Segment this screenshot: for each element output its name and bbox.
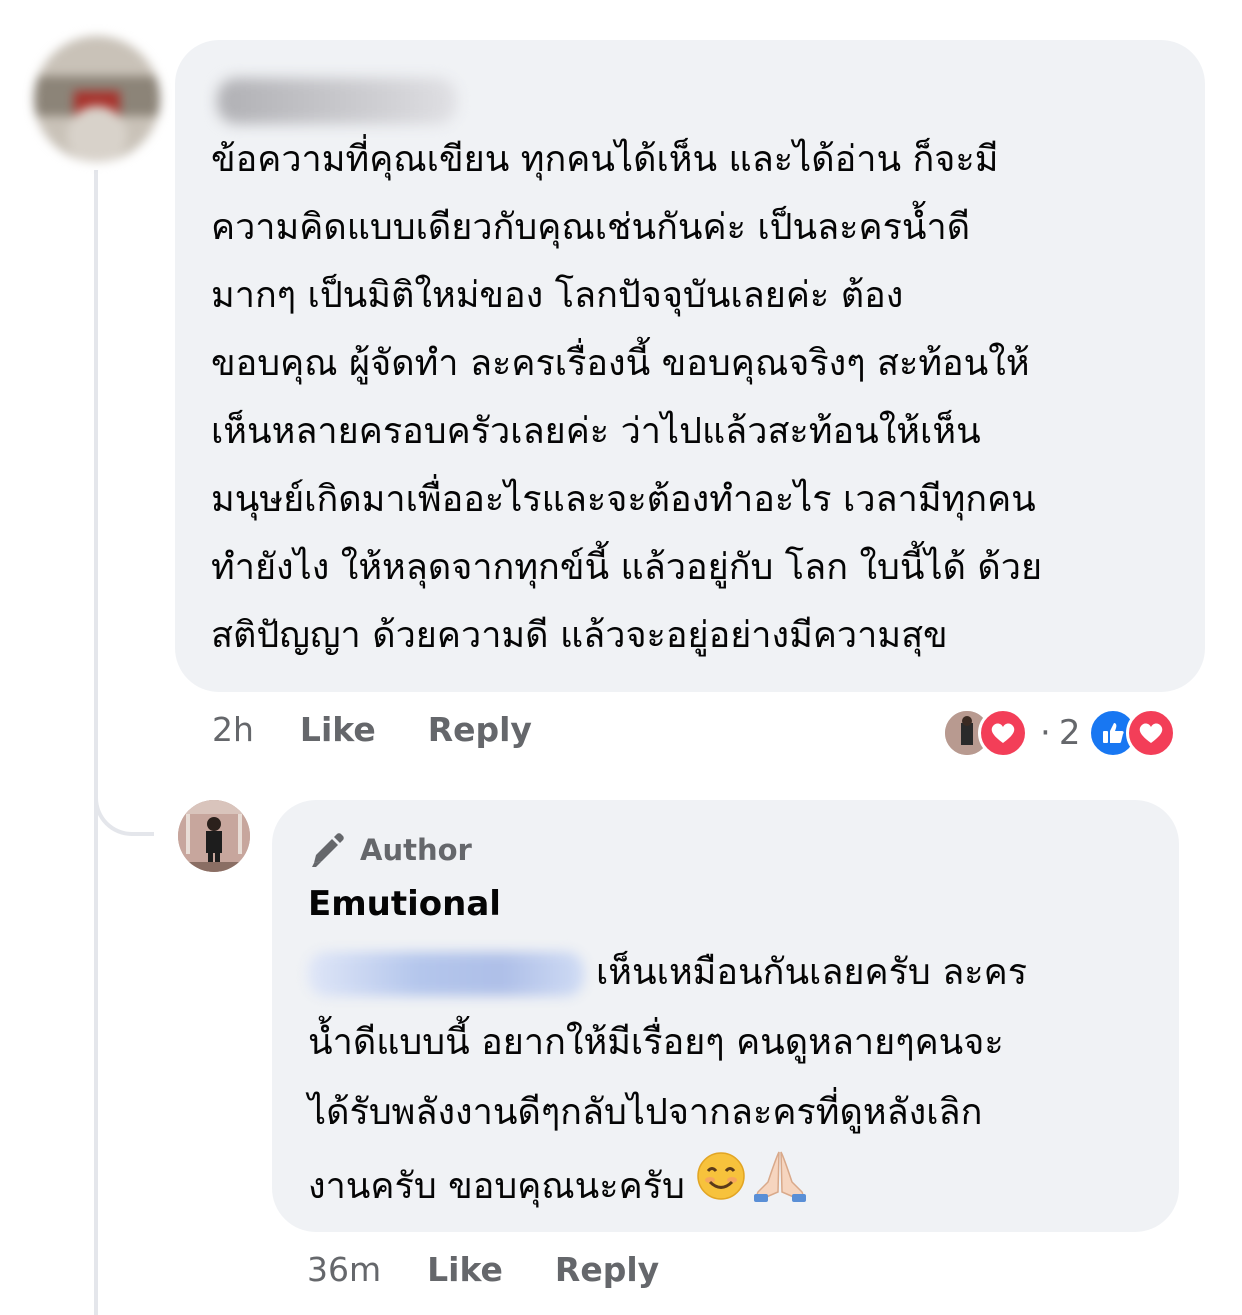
reply-text: เห็นเหมือนกันเลยครับ ละคร น้ำดีแบบนี้ อย…: [308, 938, 1143, 1228]
comment-like-button[interactable]: Like: [300, 710, 376, 749]
commenter-avatar[interactable]: [34, 36, 160, 162]
comment-reply-button[interactable]: Reply: [428, 710, 532, 749]
smiling-face-emoji: [696, 1151, 746, 1225]
reply-line-1: เห็นเหมือนกันเลยครับ ละคร: [596, 952, 1028, 993]
reply-reply-button[interactable]: Reply: [555, 1250, 659, 1289]
thread-connector: [94, 760, 154, 836]
comment-timestamp[interactable]: 2h: [212, 710, 254, 749]
reply-line-3: ได้รับพลังงานดีๆกลับไปจากละครที่ดูหลังเล…: [308, 1092, 983, 1133]
reactions-summary[interactable]: · 2: [942, 708, 1177, 758]
commenter-name-redacted[interactable]: [217, 78, 457, 124]
reply-actions: 36m Like Reply: [307, 1250, 711, 1289]
reply-timestamp[interactable]: 36m: [307, 1250, 381, 1289]
author-name[interactable]: Emutional: [308, 882, 1143, 926]
folded-hands-emoji: [750, 1148, 810, 1228]
reply-line-4: งานครับ ขอบคุณนะครับ: [308, 1166, 697, 1207]
author-avatar[interactable]: [178, 800, 250, 872]
author-badge-label: Author: [360, 833, 472, 867]
reaction-separator: ·: [1040, 713, 1051, 753]
comment-text: ข้อความที่คุณเขียน ทุกคนได้เห็น และได้อ่…: [211, 139, 1043, 656]
love-reaction-icon: [978, 708, 1028, 758]
pen-icon: [312, 833, 344, 867]
reply-bubble: Author Emutional เห็นเหมือนกันเลยครับ ละ…: [272, 800, 1179, 1232]
love-reaction-icon: [1126, 708, 1177, 758]
author-badge: Author: [308, 830, 1143, 870]
reply-line-2: น้ำดีแบบนี้ อยากให้มีเรื่อยๆ คนดูหลายๆคน…: [308, 1022, 1004, 1063]
comment-bubble: ข้อความที่คุณเขียน ทุกคนได้เห็น และได้อ่…: [175, 40, 1205, 692]
reaction-count: 2: [1058, 713, 1081, 753]
mention-tag-redacted[interactable]: [308, 952, 584, 996]
thread-line: [94, 170, 98, 1315]
reply-like-button[interactable]: Like: [427, 1250, 503, 1289]
comment-actions: 2h Like Reply: [212, 710, 584, 749]
